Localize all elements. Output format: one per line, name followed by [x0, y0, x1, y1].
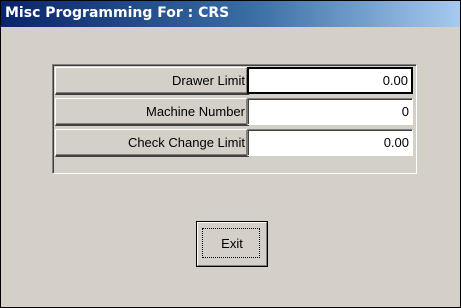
- title-bar[interactable]: Misc Programming For : CRS: [1, 1, 460, 27]
- check-change-limit-label: Check Change Limit: [55, 129, 249, 157]
- check-change-limit-field[interactable]: 0.00: [247, 129, 413, 156]
- drawer-limit-field[interactable]: 0.00: [247, 67, 413, 94]
- row-machine-number: Machine Number 0: [55, 98, 416, 127]
- exit-button-label: Exit: [221, 236, 243, 251]
- exit-button[interactable]: Exit: [196, 221, 268, 267]
- machine-number-field[interactable]: 0: [247, 98, 413, 125]
- misc-programming-window: Misc Programming For : CRS Drawer Limit …: [0, 0, 461, 308]
- row-drawer-limit: Drawer Limit 0.00: [55, 67, 416, 96]
- row-check-change-limit: Check Change Limit 0.00: [55, 129, 416, 158]
- settings-grid: Drawer Limit 0.00 Machine Number 0 Check…: [52, 64, 417, 174]
- machine-number-label: Machine Number: [55, 98, 249, 126]
- window-title: Misc Programming For : CRS: [5, 5, 230, 21]
- drawer-limit-label: Drawer Limit: [55, 67, 249, 95]
